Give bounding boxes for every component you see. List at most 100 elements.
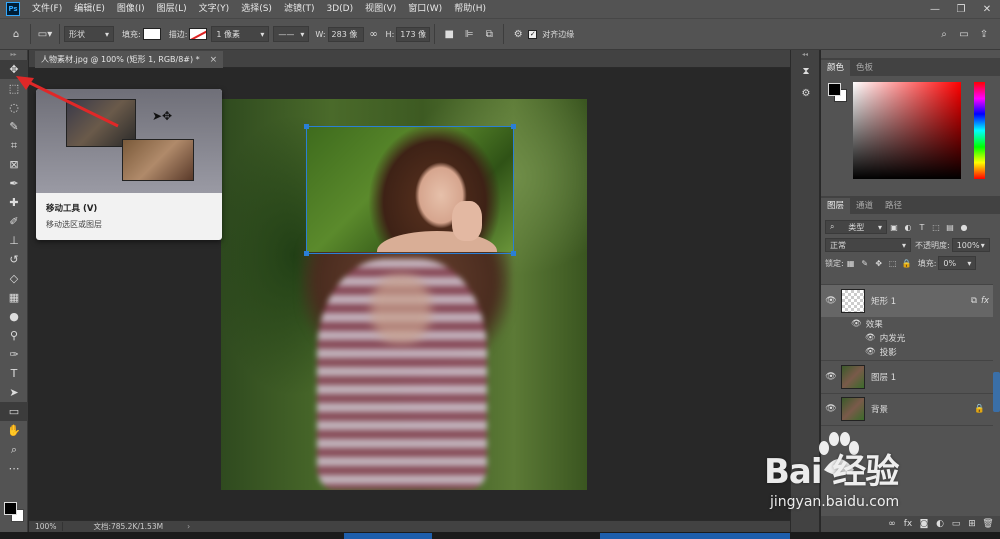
zoom-tool-icon[interactable]: ⌕ (0, 440, 28, 459)
status-menu-arrow-icon[interactable]: › (187, 522, 190, 531)
path-operations-icon[interactable]: ■ (439, 24, 459, 44)
layer-row-background[interactable]: 👁 背景 🔒 (821, 393, 993, 425)
hand-tool-icon[interactable]: ✋ (0, 421, 28, 440)
search-icon[interactable]: ⌕ (934, 24, 954, 44)
lock-position-icon[interactable]: ✥ (873, 257, 885, 269)
tab-channels[interactable]: 通道 (850, 198, 879, 214)
link-layers-icon[interactable]: ∞ (884, 519, 900, 529)
foreground-color-swatch[interactable] (4, 502, 17, 515)
stroke-width-field[interactable]: 1 像素 ▾ (211, 26, 270, 42)
clone-stamp-tool-icon[interactable]: ⊥ (0, 231, 28, 250)
filter-toggle-icon[interactable]: ● (958, 221, 970, 233)
layer-row-rectangle[interactable]: 👁 矩形 1 ⧉ fx (821, 285, 993, 317)
panel-grip-icon[interactable]: ◂◂ (791, 50, 819, 60)
fx-icon[interactable]: fx (981, 296, 989, 306)
visibility-eye-icon[interactable]: 👁 (821, 404, 841, 414)
brush-tool-icon[interactable]: ✐ (0, 212, 28, 231)
lock-icon[interactable]: 🔒 (974, 404, 985, 414)
gradient-tool-icon[interactable]: ▦ (0, 288, 28, 307)
height-field[interactable]: 173 像 (396, 26, 431, 42)
filter-smart-object-icon[interactable]: ▤ (944, 221, 956, 233)
fill-field[interactable]: 0% ▾ (938, 256, 977, 270)
effect-row-inner-glow[interactable]: 👁 内发光 (821, 331, 993, 345)
gear-icon[interactable]: ⚙ (508, 24, 528, 44)
more-tools-icon[interactable]: ⋯ (0, 459, 28, 478)
properties-panel-icon[interactable]: ⚙ (791, 82, 821, 104)
transform-handle[interactable] (511, 251, 516, 256)
visibility-eye-icon[interactable]: 👁 (821, 372, 841, 382)
menu-window[interactable]: 窗口(W) (402, 0, 448, 18)
layer-filter-select[interactable]: ⌕ 类型 ▾ (825, 220, 887, 234)
zoom-level[interactable]: 100% (29, 522, 64, 531)
add-mask-icon[interactable]: ◙ (916, 519, 932, 529)
home-icon[interactable]: ⌂ (6, 24, 26, 44)
menu-help[interactable]: 帮助(H) (448, 0, 492, 18)
tab-swatches[interactable]: 色板 (850, 60, 879, 76)
lock-pixels-icon[interactable]: ✎ (859, 257, 871, 269)
eraser-tool-icon[interactable]: ◇ (0, 269, 28, 288)
menu-layer[interactable]: 图层(L) (151, 0, 193, 18)
transform-handle[interactable] (304, 251, 309, 256)
restore-button[interactable]: ❐ (948, 0, 974, 18)
rectangle-tool-icon[interactable]: ▭ (0, 402, 28, 421)
menu-file[interactable]: 文件(F) (26, 0, 68, 18)
visibility-eye-icon[interactable]: 👁 (851, 319, 862, 329)
layer-effects-row[interactable]: 👁 效果 (821, 317, 993, 331)
tool-mode-select[interactable]: 形状 ▾ (64, 26, 114, 42)
opacity-field[interactable]: 100% ▾ (951, 238, 990, 252)
menu-view[interactable]: 视图(V) (359, 0, 402, 18)
hue-slider[interactable] (974, 82, 985, 179)
layer-row-layer-1[interactable]: 👁 图层 1 (821, 361, 993, 393)
type-tool-icon[interactable]: T (0, 364, 28, 383)
stroke-type-select[interactable]: —— ▾ (273, 26, 310, 42)
new-group-icon[interactable]: ▭ (948, 519, 964, 529)
menu-type[interactable]: 文字(Y) (193, 0, 236, 18)
layer-name[interactable]: 矩形 1 (871, 295, 896, 307)
tab-paths[interactable]: 路径 (879, 198, 908, 214)
color-swatches[interactable] (4, 498, 26, 522)
path-selection-tool-icon[interactable]: ➤ (0, 383, 28, 402)
lock-all-icon[interactable]: 🔒 (901, 257, 913, 269)
stroke-swatch[interactable] (189, 28, 208, 40)
filter-adjustment-icon[interactable]: ◐ (902, 221, 914, 233)
layer-name[interactable]: 图层 1 (871, 371, 896, 383)
panel-grip-icon[interactable]: ▸▸ (0, 50, 27, 60)
minimize-button[interactable]: — (922, 0, 948, 18)
eyedropper-tool-icon[interactable]: ✒ (0, 174, 28, 193)
lock-artboard-icon[interactable]: ⬚ (887, 257, 899, 269)
visibility-eye-icon[interactable]: 👁 (865, 333, 876, 343)
share-icon[interactable]: ⇪ (974, 24, 994, 44)
filter-type-icon[interactable]: T (916, 221, 928, 233)
menu-edit[interactable]: 编辑(E) (68, 0, 111, 18)
menu-filter[interactable]: 滤镜(T) (278, 0, 321, 18)
link-icon[interactable]: ∞ (364, 24, 384, 44)
shape-bounding-box[interactable] (304, 124, 516, 256)
filter-shape-icon[interactable]: ⬚ (930, 221, 942, 233)
close-tab-icon[interactable]: × (210, 55, 218, 65)
document-tab[interactable]: 人物素材.jpg @ 100% (矩形 1, RGB/8#) * × (35, 51, 224, 68)
close-button[interactable]: ✕ (974, 0, 1000, 18)
fill-swatch[interactable] (142, 28, 161, 40)
menu-3d[interactable]: 3D(D) (320, 0, 359, 18)
taskbar-item[interactable] (344, 533, 432, 539)
visibility-eye-icon[interactable]: 👁 (821, 296, 841, 306)
menu-select[interactable]: 选择(S) (235, 0, 278, 18)
history-brush-tool-icon[interactable]: ↺ (0, 250, 28, 269)
delete-layer-icon[interactable]: 🗑 (980, 519, 996, 529)
width-field[interactable]: 283 像 (327, 26, 364, 42)
lock-transparent-icon[interactable]: ▦ (845, 257, 857, 269)
align-edges-checkbox[interactable]: ✓ (528, 29, 538, 39)
healing-brush-tool-icon[interactable]: ✚ (0, 193, 28, 212)
tab-color[interactable]: 颜色 (821, 60, 851, 76)
visibility-eye-icon[interactable]: 👁 (865, 347, 876, 357)
blend-mode-select[interactable]: 正常 ▾ (825, 238, 911, 252)
dodge-tool-icon[interactable]: ⚲ (0, 326, 28, 345)
foreground-color-swatch[interactable] (828, 83, 841, 96)
new-layer-icon[interactable]: ⊞ (964, 519, 980, 529)
filter-pixel-icon[interactable]: ▣ (888, 221, 900, 233)
tab-layers[interactable]: 图层 (821, 198, 851, 214)
shape-tool-preset-icon[interactable]: ▭▾ (35, 24, 55, 44)
color-picker-field[interactable] (853, 82, 961, 179)
path-alignment-icon[interactable]: ⊫ (459, 24, 479, 44)
menu-image[interactable]: 图像(I) (111, 0, 151, 18)
